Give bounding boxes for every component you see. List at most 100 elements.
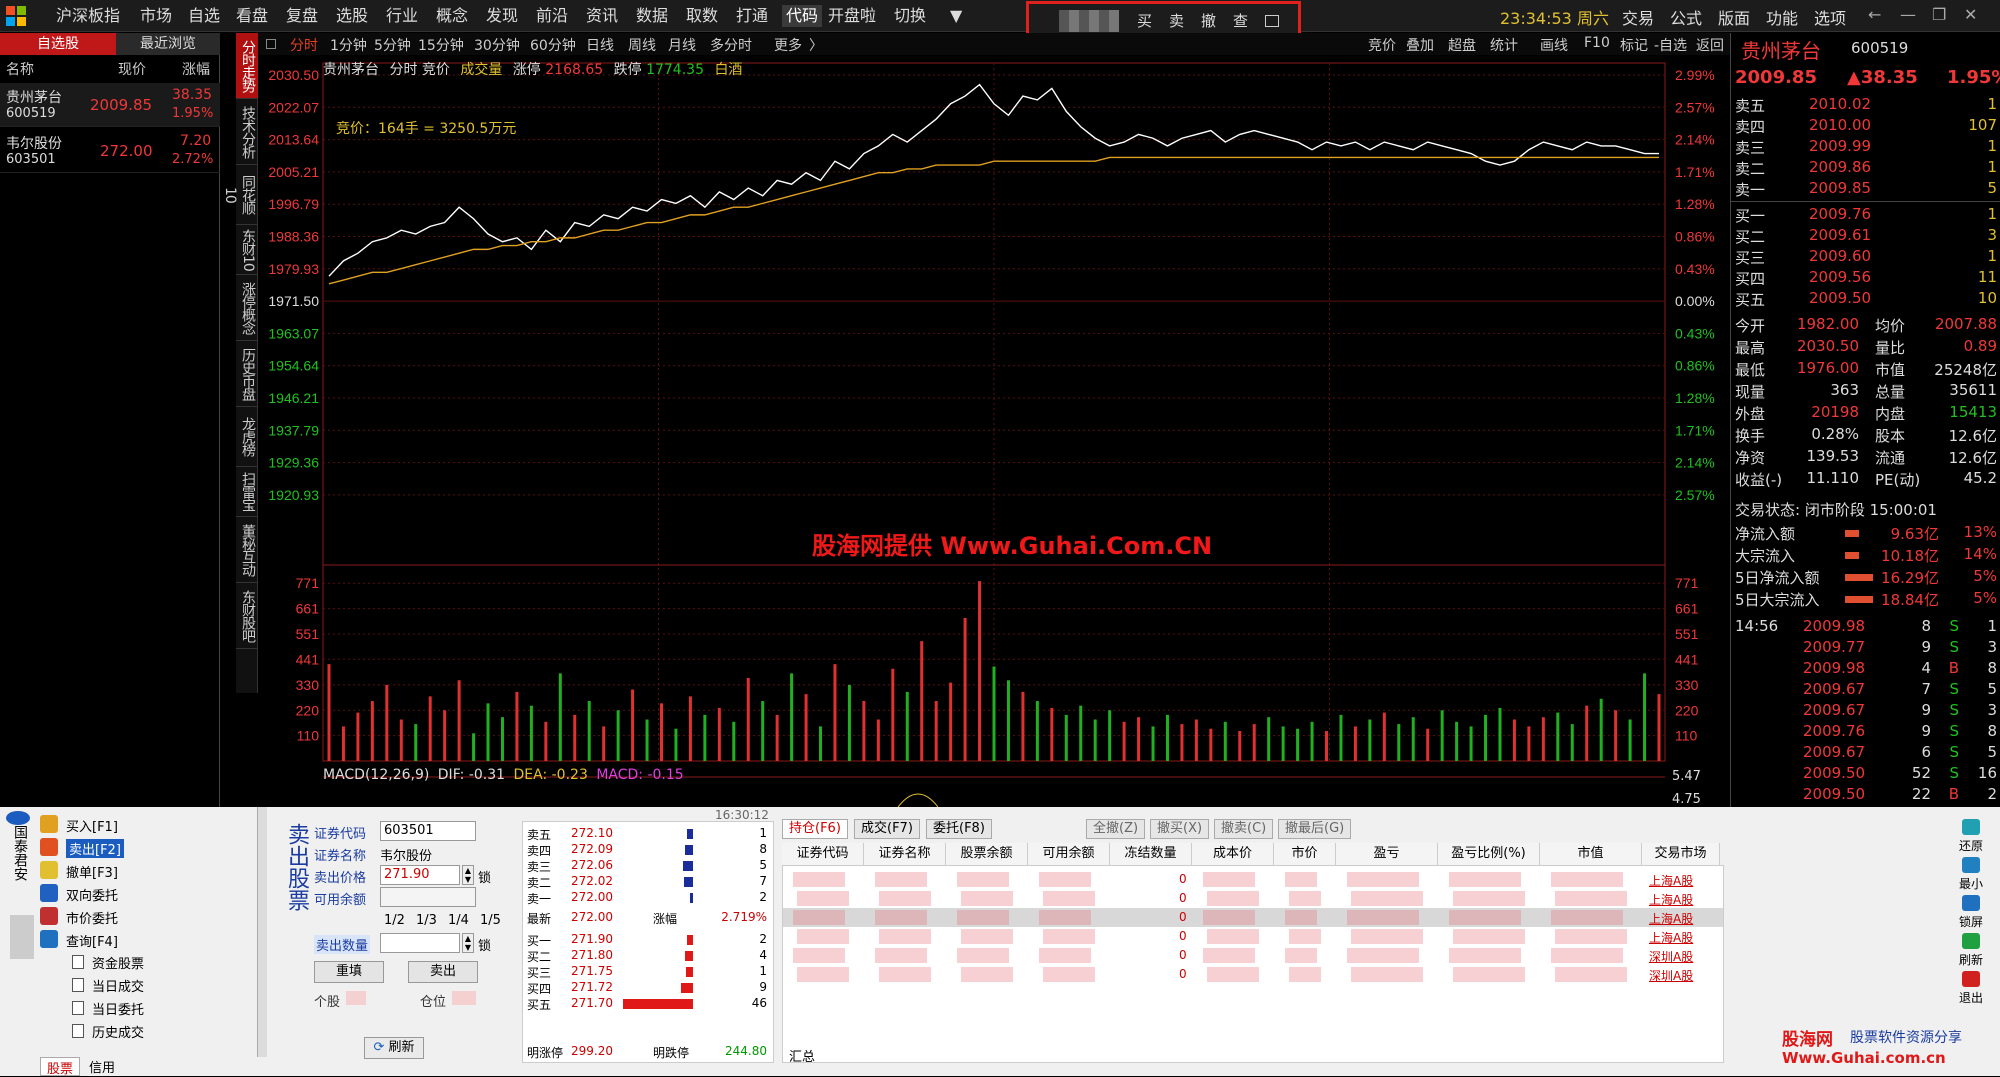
period-item[interactable]: 更多 — [774, 35, 802, 55]
panel-toggle-icon[interactable] — [266, 39, 276, 49]
sell-quick-button[interactable]: 卖 — [1169, 10, 1184, 31]
menu-item[interactable]: 板指 — [88, 5, 120, 27]
sell-button[interactable]: 卖出 — [408, 961, 478, 983]
menu-item[interactable]: 行业 — [386, 5, 418, 27]
fraction-half[interactable]: 1/2 — [384, 913, 405, 928]
period-right-item[interactable]: 标记 — [1620, 35, 1648, 55]
side-button[interactable]: 退出 — [1943, 989, 1999, 1006]
menu-options[interactable]: 选项 — [1814, 5, 1846, 29]
vertical-tab[interactable]: 同花顺10 — [222, 165, 258, 225]
period-right-item[interactable]: -自选 — [1654, 35, 1687, 55]
query-quick-button[interactable]: 查 — [1233, 10, 1248, 31]
menu-item[interactable]: 取数 — [686, 5, 718, 27]
vertical-tab[interactable]: 历史币盘 — [236, 341, 258, 407]
col-header[interactable]: 市价 — [1274, 843, 1336, 865]
period-right-item[interactable]: 统计 — [1490, 35, 1518, 55]
vertical-tab[interactable]: 龙虎榜 — [236, 407, 258, 467]
col-header[interactable]: 可用余额 — [1028, 843, 1110, 865]
cancel-last-button[interactable]: 撤最后(G) — [1278, 819, 1352, 839]
tab-orders[interactable]: 委托(F8) — [926, 819, 992, 839]
cancel-sells-button[interactable]: 撤卖(C) — [1214, 819, 1274, 839]
windows-logo-icon[interactable] — [6, 6, 26, 26]
price-stepper[interactable]: ▲ ▼ — [462, 865, 474, 885]
watchlist-row[interactable]: 贵州茅台 600519 2009.85 38.35 1.95% — [0, 83, 220, 127]
tab-stock[interactable]: 股票 — [40, 1057, 80, 1077]
vertical-tab[interactable]: 涨停概念 — [236, 275, 258, 341]
menu-layout[interactable]: 版面 — [1718, 5, 1750, 29]
eye-icon[interactable] — [6, 811, 30, 825]
vertical-tab[interactable]: 扫雷宝 — [236, 467, 258, 517]
tree-scrollbar[interactable] — [257, 807, 267, 1057]
watchlist-row[interactable]: 韦尔股份 603501 272.00 7.20 2.72% — [0, 129, 220, 173]
table-row[interactable]: 0 深圳A股 — [783, 965, 1723, 984]
menu-item[interactable]: 概念 — [436, 5, 468, 27]
reset-button[interactable]: 重填 — [314, 961, 384, 983]
period-right-item[interactable]: 返回 — [1696, 35, 1724, 55]
minimize-icon[interactable]: — — [1900, 5, 1916, 24]
period-item[interactable]: 分时 — [290, 35, 318, 55]
cancel-all-button[interactable]: 全撤(Z) — [1086, 819, 1146, 839]
vertical-tab[interactable]: 董秘互动 — [236, 517, 258, 583]
menu-function[interactable]: 功能 — [1766, 5, 1798, 29]
period-item[interactable]: 周线 — [628, 35, 656, 55]
side-button[interactable]: 还原 — [1943, 837, 1999, 854]
table-row[interactable]: 0 上海A股 — [783, 927, 1723, 946]
vertical-tab[interactable]: 分时走势 — [236, 33, 258, 99]
vertical-tab[interactable]: 技术分析 — [236, 99, 258, 165]
chevron-right-icon[interactable]: 〉 — [809, 35, 823, 55]
trade-submenu-item[interactable]: 当日成交 — [92, 976, 144, 995]
col-header[interactable]: 证券代码 — [782, 843, 864, 865]
period-item[interactable]: 60分钟 — [530, 35, 576, 55]
trade-menu-item[interactable]: 买入[F1] — [66, 816, 118, 835]
restore-icon[interactable]: ❐ — [1932, 5, 1946, 24]
menu-item[interactable]: 市场 — [140, 5, 172, 27]
side-button-icon[interactable] — [1962, 971, 1980, 987]
period-item[interactable]: 月线 — [668, 35, 696, 55]
table-row[interactable]: 0 上海A股 — [783, 889, 1723, 908]
tab-watchlist[interactable]: 自选股 — [0, 33, 116, 55]
side-button[interactable]: 最小 — [1943, 875, 1999, 892]
tab-credit[interactable]: 信用 — [82, 1057, 122, 1076]
col-header[interactable]: 股票余额 — [946, 843, 1028, 865]
col-header[interactable]: 冻结数量 — [1110, 843, 1192, 865]
vertical-tab[interactable]: 东财股吧 — [236, 583, 258, 649]
col-change[interactable]: 涨幅 — [182, 59, 210, 79]
table-row[interactable]: 0 深圳A股 — [783, 946, 1723, 965]
period-right-item[interactable]: 画线 — [1540, 35, 1568, 55]
menu-item[interactable]: 切换 — [894, 5, 926, 27]
cancel-buys-button[interactable]: 撤买(X) — [1150, 819, 1210, 839]
col-header[interactable]: 交易市场 — [1642, 843, 1720, 865]
col-header[interactable]: 证券名称 — [864, 843, 946, 865]
menu-item[interactable]: 打通 — [736, 5, 768, 27]
col-price[interactable]: 现价 — [118, 59, 146, 79]
period-right-item[interactable]: 超盘 — [1448, 35, 1476, 55]
qty-lock-label[interactable]: 锁 — [478, 935, 491, 954]
period-item[interactable]: 30分钟 — [474, 35, 520, 55]
menu-formula[interactable]: 公式 — [1670, 5, 1702, 29]
tab-recent[interactable]: 最近浏览 — [116, 33, 220, 55]
menu-item[interactable]: 前沿 — [536, 5, 568, 27]
fraction-quarter[interactable]: 1/4 — [448, 913, 469, 928]
trade-menu-item[interactable]: 双向委托 — [66, 885, 118, 904]
period-item[interactable]: 5分钟 — [374, 35, 411, 55]
lock-label[interactable]: 锁 — [478, 867, 491, 886]
menu-trade[interactable]: 交易 — [1622, 5, 1654, 29]
side-button-icon[interactable] — [1962, 819, 1980, 835]
window-icon[interactable] — [1265, 15, 1279, 27]
menu-item[interactable]: 沪深 — [56, 5, 88, 27]
intraday-chart[interactable]: 2030.50 2.99% 2022.07 2.57% 2013.64 2.14% 2005… — [258, 55, 1730, 807]
menu-item[interactable]: 资讯 — [586, 5, 618, 27]
fraction-third[interactable]: 1/3 — [416, 913, 437, 928]
price-input[interactable]: 271.90 — [380, 865, 460, 885]
trade-menu-item[interactable]: 卖出[F2] — [66, 839, 124, 858]
menu-item[interactable]: 看盘 — [236, 5, 268, 27]
period-right-item[interactable]: F10 — [1584, 35, 1610, 51]
code-input[interactable]: 603501 — [380, 821, 476, 841]
trade-submenu-item[interactable]: 资金股票 — [92, 953, 144, 972]
tab-fills[interactable]: 成交(F7) — [854, 819, 920, 839]
trade-menu-item[interactable]: 市价委托 — [66, 908, 118, 927]
tab-holdings[interactable]: 持仓(F6) — [782, 819, 848, 839]
period-right-item[interactable]: 叠加 — [1406, 35, 1434, 55]
period-right-item[interactable]: 竞价 — [1368, 35, 1396, 55]
buy-quick-button[interactable]: 买 — [1137, 10, 1152, 31]
